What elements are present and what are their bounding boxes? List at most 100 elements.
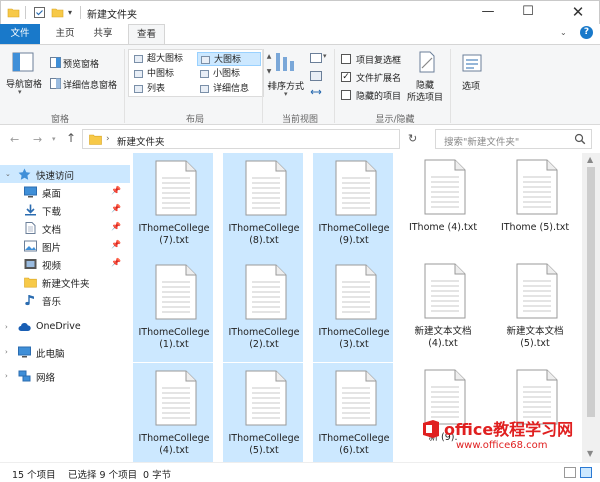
details-view-icon[interactable]: [564, 467, 576, 478]
file-name: 新建文本文档 (5).txt: [506, 326, 564, 349]
size-columns-icon[interactable]: [310, 87, 322, 97]
expand-chevron-icon[interactable]: ›: [5, 323, 8, 331]
hidden-items-label[interactable]: 隐藏的项目: [356, 89, 401, 102]
file-item[interactable]: IThomeCollege (1).txt: [133, 257, 213, 362]
tab-home[interactable]: 主页: [48, 24, 82, 44]
folder-icon[interactable]: [7, 6, 20, 19]
minimize-button[interactable]: —: [468, 1, 508, 25]
large-icons-icon: [201, 56, 210, 64]
sort-by-icon[interactable]: [274, 51, 296, 75]
scroll-up-icon[interactable]: ▲: [587, 155, 593, 164]
sidebar-item-downloads[interactable]: 下载 📌: [0, 201, 130, 219]
pin-icon[interactable]: 📌: [111, 186, 121, 195]
breadcrumb-separator[interactable]: ›: [106, 134, 110, 144]
search-input[interactable]: 搜索"新建文件夹": [435, 129, 592, 149]
file-item[interactable]: IThomeCollege (9).txt: [313, 153, 393, 258]
text-file-icon: [155, 160, 197, 216]
file-item[interactable]: IThomeCollege (2).txt: [223, 257, 303, 362]
sidebar-item-onedrive[interactable]: › OneDrive: [0, 318, 130, 336]
file-item[interactable]: IThomeCollege (3).txt: [313, 257, 393, 362]
file-item[interactable]: IThomeCollege (6).txt: [313, 363, 393, 462]
chevron-down-icon[interactable]: ▼: [264, 64, 274, 79]
properties-check-icon[interactable]: [33, 6, 46, 19]
layout-extra-large-icons[interactable]: 超大图标: [131, 52, 193, 66]
collapse-ribbon-chevron-icon[interactable]: ⌄: [560, 28, 567, 37]
search-icon[interactable]: [574, 133, 586, 145]
up-arrow-icon[interactable]: ↑: [66, 131, 76, 145]
pin-icon[interactable]: 📌: [111, 204, 121, 213]
sidebar-item-desktop[interactable]: 桌面 📌: [0, 183, 130, 201]
layout-list[interactable]: 列表: [131, 82, 193, 96]
layout-group-label: 布局: [185, 115, 204, 125]
chevron-up-icon[interactable]: ▲: [264, 49, 274, 64]
maximize-button[interactable]: ☐: [508, 1, 548, 25]
address-bar[interactable]: › 新建文件夹 ▾: [82, 129, 470, 149]
group-by-icon[interactable]: [310, 53, 322, 63]
file-item[interactable]: 新建文本文档 (4).txt: [403, 257, 483, 362]
layout-details[interactable]: 详细信息: [197, 82, 261, 96]
group-by-chevron-icon[interactable]: ▾: [323, 52, 327, 60]
expand-chevron-icon[interactable]: ›: [5, 348, 8, 356]
sidebar-item-videos[interactable]: 视频 📌: [0, 255, 130, 273]
sidebar-item-label: 桌面: [42, 189, 62, 200]
file-item[interactable]: IThomeCollege (7).txt: [133, 153, 213, 258]
file-item[interactable]: 新建文本文档 (5).txt: [495, 257, 575, 362]
pin-icon[interactable]: 📌: [111, 258, 121, 267]
small-icons-icon: [200, 70, 209, 78]
file-item[interactable]: IThome (4).txt: [403, 153, 483, 258]
customize-toolbar-chevron-icon[interactable]: ▾: [68, 8, 76, 21]
navigation-pane-chevron-icon[interactable]: ▾: [18, 88, 22, 96]
layout-large-icons[interactable]: 大图标: [197, 52, 261, 66]
file-item[interactable]: IThomeCollege (4).txt: [133, 363, 213, 462]
forward-arrow-icon[interactable]: →: [33, 133, 42, 146]
sidebar-item-quick-access[interactable]: ⌄ 快速访问: [0, 165, 130, 183]
item-checkboxes-label[interactable]: 项目复选框: [356, 53, 401, 66]
new-folder-icon[interactable]: [51, 6, 64, 19]
breadcrumb[interactable]: 新建文件夹: [117, 134, 165, 148]
sort-by-chevron-icon[interactable]: ▾: [284, 90, 288, 98]
pin-icon[interactable]: 📌: [111, 222, 121, 231]
list-icon: [134, 85, 143, 93]
sidebar-item-new-folder[interactable]: 新建文件夹: [0, 273, 130, 291]
file-extensions-label[interactable]: 文件扩展名: [356, 71, 401, 84]
hide-selected-label-2[interactable]: 所选项目: [407, 90, 443, 103]
recent-locations-chevron-icon[interactable]: ▾: [52, 135, 56, 143]
options-icon[interactable]: [462, 53, 482, 73]
preview-pane-button[interactable]: 预览窗格: [63, 57, 99, 70]
add-columns-icon[interactable]: [310, 71, 322, 81]
tab-file[interactable]: 文件: [0, 24, 40, 44]
refresh-icon[interactable]: ↻: [408, 132, 417, 145]
navigation-pane-button[interactable]: 导航窗格: [6, 77, 42, 90]
options-button[interactable]: 选项: [462, 79, 480, 92]
item-checkboxes-checkbox[interactable]: [341, 54, 351, 64]
watermark-url: www.office68.com: [456, 440, 548, 451]
navigation-pane-icon[interactable]: [12, 51, 34, 73]
layout-small-icons[interactable]: 小图标: [197, 67, 261, 81]
large-icons-view-icon[interactable]: [580, 467, 592, 478]
close-button[interactable]: ✕: [555, 1, 600, 25]
medium-icons-icon: [134, 70, 143, 78]
file-item[interactable]: IThomeCollege (5).txt: [223, 363, 303, 462]
expand-chevron-icon[interactable]: ›: [5, 372, 8, 380]
layout-medium-icons[interactable]: 中图标: [131, 67, 193, 81]
sidebar-item-pictures[interactable]: 图片 📌: [0, 237, 130, 255]
tab-share[interactable]: 共享: [86, 24, 120, 44]
expand-chevron-icon[interactable]: ⌄: [5, 170, 11, 178]
help-icon[interactable]: ?: [580, 26, 593, 39]
hidden-items-checkbox[interactable]: [341, 90, 351, 100]
sidebar-item-music[interactable]: 音乐: [0, 291, 130, 309]
tab-view[interactable]: 查看: [128, 24, 165, 45]
file-item[interactable]: IThomeCollege (8).txt: [223, 153, 303, 258]
back-arrow-icon[interactable]: ←: [10, 133, 19, 146]
file-extensions-checkbox[interactable]: ✓: [341, 72, 351, 82]
details-pane-button[interactable]: 详细信息窗格: [63, 78, 117, 91]
pin-icon[interactable]: 📌: [111, 240, 121, 249]
file-item[interactable]: IThome (5).txt: [495, 153, 575, 258]
sidebar-item-this-pc[interactable]: › 此电脑: [0, 343, 130, 361]
scrollbar-thumb[interactable]: [587, 167, 595, 417]
hide-selected-icon[interactable]: [418, 51, 436, 73]
sidebar-item-documents[interactable]: 文档 📌: [0, 219, 130, 237]
sidebar-item-network[interactable]: › 网络: [0, 367, 130, 385]
file-name: IThomeCollege (1).txt: [138, 327, 210, 350]
sidebar-item-label: OneDrive: [36, 321, 81, 332]
